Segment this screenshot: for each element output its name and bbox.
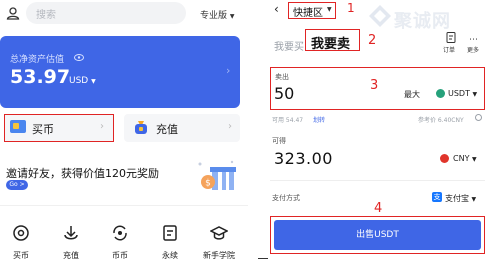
caret-down-icon: ▼	[327, 6, 332, 13]
nav-perpetual[interactable]: 永续	[150, 224, 190, 261]
payment-method-dropdown[interactable]: 支付宝 ▼	[445, 193, 476, 204]
perpetual-doc-icon	[163, 225, 177, 241]
asset-unit-label: USD	[69, 76, 89, 86]
info-icon[interactable]	[475, 114, 482, 121]
chevron-right-icon: ›	[100, 121, 104, 132]
caret-down-icon: ▼	[229, 13, 235, 20]
annotation-number: 1	[347, 1, 355, 15]
caret-down-icon: ▼	[472, 156, 477, 163]
orders-label[interactable]: 订单	[443, 45, 455, 54]
payment-method-value: 支付宝	[445, 194, 469, 203]
eye-icon[interactable]	[74, 54, 84, 61]
buy-coin-icon	[13, 225, 29, 241]
caret-down-icon: ▼	[471, 196, 477, 203]
asset-value: 53.97	[10, 66, 71, 88]
watermark-text: 聚诚网	[394, 11, 451, 32]
svg-text:$: $	[205, 179, 211, 189]
go-button[interactable]: Go >	[6, 180, 28, 190]
nav-label: 币币	[112, 251, 128, 260]
asset-unit-dropdown[interactable]: USD ▼	[69, 76, 96, 86]
tab-sell[interactable]: 我要卖	[311, 33, 350, 52]
asset-label: 总净资产估值	[10, 55, 65, 65]
search-placeholder: 搜索	[36, 10, 56, 21]
receive-currency-dropdown[interactable]: CNY ▼	[453, 154, 477, 163]
transfer-link[interactable]: 划转	[313, 115, 325, 124]
available-balance: 可用 54.47	[272, 117, 304, 124]
separator-line	[258, 258, 268, 259]
sell-field-label: 卖出	[275, 73, 289, 81]
buy-card-icon	[10, 120, 26, 133]
sell-amount-input[interactable]: 50	[274, 84, 294, 103]
user-icon[interactable]	[6, 6, 20, 20]
caret-down-icon: ▼	[91, 78, 96, 85]
receive-amount: 323.00	[274, 149, 333, 168]
pro-mode-dropdown[interactable]: 专业版 ▼	[200, 8, 235, 21]
receive-label: 可得	[272, 137, 286, 145]
invite-promo-text[interactable]: 邀请好友，获得价值120元奖励	[6, 165, 159, 181]
nav-buy-coin[interactable]: 买币	[1, 224, 41, 261]
alipay-icon: 支	[432, 192, 442, 202]
nav-label: 充值	[63, 251, 79, 260]
sell-usdt-button[interactable]: 出售USDT	[274, 220, 481, 250]
pro-mode-label: 专业版	[200, 11, 228, 21]
left-app-screen: 搜索 专业版 ▼ 总净资产估值 53.97 USD ▼ › 买币 › 充值 › …	[0, 0, 248, 261]
nav-label: 新手学院	[203, 251, 235, 260]
chevron-right-icon: ›	[226, 64, 231, 77]
annotation-number: 2	[368, 33, 377, 48]
more-icon[interactable]: ⋯	[469, 35, 478, 45]
cny-flag-icon	[440, 154, 449, 163]
chevron-right-icon: ›	[228, 121, 232, 132]
reference-price: 参考价 6.40CNY	[418, 117, 464, 124]
annotation-number: 4	[374, 201, 383, 216]
nav-label: 买币	[13, 251, 29, 260]
nav-deposit[interactable]: 充值	[51, 224, 91, 261]
max-button[interactable]: 最大	[404, 89, 420, 100]
payment-method-label: 支付方式	[272, 194, 300, 202]
tab-buy[interactable]: 我要买	[274, 38, 304, 53]
watermark-logo-icon	[369, 5, 391, 27]
search-input[interactable]: 搜索	[26, 2, 186, 24]
nav-swap[interactable]: 币币	[100, 224, 140, 261]
sell-currency-dropdown[interactable]: USDT ▼	[448, 89, 477, 98]
caret-down-icon: ▼	[472, 91, 478, 98]
annotation-number: 3	[370, 78, 379, 93]
gift-box-icon: $	[198, 160, 236, 190]
swap-coin-icon	[113, 225, 127, 241]
quick-zone-label: 快捷区	[293, 8, 323, 19]
receive-currency-label: CNY	[453, 154, 470, 163]
deposit-label: 充值	[156, 123, 178, 136]
sell-currency-label: USDT	[448, 89, 470, 98]
section-divider	[270, 180, 485, 181]
section-divider	[0, 205, 248, 206]
back-arrow-icon[interactable]: ‹	[274, 2, 279, 16]
nav-academy[interactable]: 新手学院	[199, 224, 239, 261]
buy-coin-label: 买币	[32, 123, 54, 136]
deposit-arrow-icon	[64, 226, 78, 240]
more-label[interactable]: 更多	[467, 45, 479, 54]
deposit-bag-icon	[135, 121, 147, 134]
graduation-cap-icon	[210, 226, 228, 240]
usdt-coin-icon	[436, 89, 445, 98]
nav-label: 永续	[162, 251, 178, 260]
orders-icon[interactable]	[446, 32, 456, 43]
